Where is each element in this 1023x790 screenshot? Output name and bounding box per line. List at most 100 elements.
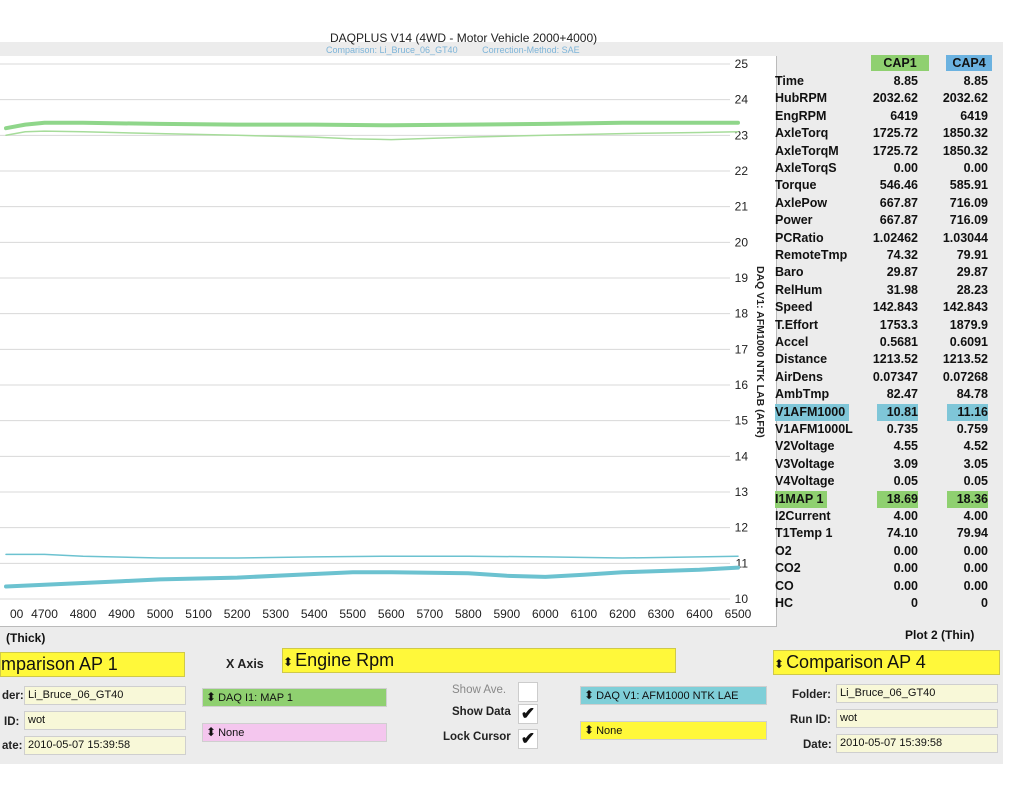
plot2-channel1-value: DAQ V1: AFM1000 NTK LAE [596,690,739,702]
plot1-folder-field[interactable]: Li_Bruce_06_GT40 [24,686,186,705]
data-row: Time 8.85 8.85 [772,73,994,90]
plot1-source-value: mparison AP 1 [1,654,118,674]
check-icon: ✔ [520,729,536,748]
updown-arrow-icon: ⬍ [206,690,217,704]
data-row-cap4-value: 0.00 [963,561,988,576]
plot2-runid-field[interactable]: wot [836,709,998,728]
x-tick-label: 5300 [262,607,289,621]
data-row-cap1-value: 8.85 [893,74,918,88]
correction-label: Correction-Method: SAE [482,45,580,55]
data-row: EngRPM 6419 6419 [772,108,994,125]
data-row-cap4-value: 84.78 [956,387,988,402]
x-tick-label: 4900 [108,607,135,621]
y-tick-label: 10 [735,592,749,606]
x-tick-label: 5400 [301,607,328,621]
data-row: Torque 546.46 585.91 [772,177,994,194]
x-tick-label: 5100 [185,607,212,621]
plot1-runid-label: ID: [4,716,20,728]
data-row-label: Distance [775,352,828,367]
data-row: Accel 0.5681 0.6091 [772,334,994,351]
data-row-cap1-value: 1753.3 [879,317,918,332]
data-row-cap1-value: 74.32 [886,248,918,262]
plot1-label: (Thick) [6,631,46,645]
data-row-cap1-value: 1725.72 [872,143,918,158]
data-row-cap1-value: 82.47 [886,387,918,402]
data-row-label: AxleTorqS [775,161,837,175]
data-row-cap4-value: 585.91 [949,178,988,193]
data-row-cap4-value: 142.843 [942,300,988,315]
show-ave-checkbox[interactable] [518,682,538,702]
x-tick-label: 4800 [70,607,97,621]
data-row: RemoteTmp 74.32 79.91 [772,247,994,264]
lock-cursor-label: Lock Cursor [443,731,511,743]
plot1-channel1-value: DAQ I1: MAP 1 [218,692,294,704]
data-row-label: CO [775,578,794,593]
data-row-cap4-value: 1.03044 [942,230,988,245]
data-row-cap4-value: 0.00 [963,161,988,175]
plot2-channel1-select[interactable]: ⬍ DAQ V1: AFM1000 NTK LAE [580,686,767,705]
data-row-label: V1AFM1000 [775,403,850,421]
plot2-date-field[interactable]: 2010-05-07 15:39:58 [836,734,998,753]
data-row: V1AFM1000L 0.735 0.759 [772,421,994,438]
plot1-date-field[interactable]: 2010-05-07 15:39:58 [24,736,186,755]
data-row-label: V3Voltage [775,456,835,471]
data-row-cap4-value: 1850.32 [942,143,988,158]
updown-arrow-icon: ⬍ [206,725,217,739]
data-row-cap1-value: 1.02462 [872,230,918,245]
data-row: RelHum 31.98 28.23 [772,282,994,299]
data-row-cap4-value: 18.36 [946,490,988,508]
data-row-cap4-value: 79.94 [956,526,988,541]
x-tick-label: 6100 [571,607,598,621]
x-axis-value: Engine Rpm [295,650,395,670]
y-tick-label: 21 [735,200,749,214]
data-row-cap1-value: 667.87 [879,195,918,210]
data-row-cap1-value: 1725.72 [872,126,918,141]
x-tick-label: 5700 [416,607,443,621]
window-subtitle: Comparison: Li_Bruce_06_GT40 Correction-… [326,45,602,55]
data-row-label: O2 [775,543,792,558]
data-row-cap4-value: 0.05 [963,474,988,489]
plot1-source-select[interactable]: mparison AP 1 [0,652,185,677]
data-row: O2 0.00 0.00 [772,543,994,560]
data-row-cap1-value: 0.00 [893,161,918,175]
plot2-channel2-value: None [596,725,623,737]
data-row-cap4-value: 28.23 [956,282,988,297]
data-row: Distance 1213.52 1213.52 [772,351,994,368]
data-row-label: V1AFM1000L [775,422,853,436]
data-row-label: I2Current [775,509,831,523]
data-row: AxlePow 667.87 716.09 [772,195,994,212]
plot2-folder-field[interactable]: Li_Bruce_06_GT40 [836,684,998,703]
data-row: AxleTorqM 1725.72 1850.32 [772,143,994,160]
data-row-label: EngRPM [775,108,827,123]
graph-area[interactable]: 25 24 23 22 21 20 19 18 17 16 15 14 13 12 11 10 00 4700 48… [0,56,777,627]
plot1-date-label: ate: [2,740,23,752]
series-line-1 [4,120,740,131]
data-row-cap4-value: 0 [981,596,988,610]
data-row-cap1-value: 0.00 [893,543,918,558]
data-row-cap4-value: 0.00 [963,578,988,593]
comparison-label: Comparison: Li_Bruce_06_GT40 [326,45,458,55]
plot1-channel2-select[interactable]: ⬍ None [202,723,387,742]
data-row-cap1-value: 3.09 [893,456,918,471]
plot2-date-label: Date: [803,739,832,751]
show-data-checkbox[interactable]: ✔ [518,704,538,724]
lock-cursor-checkbox[interactable]: ✔ [518,729,538,749]
updown-arrow-icon: ⬍ [774,657,785,671]
y-tick-label: 22 [735,164,749,178]
plot2-channel2-select[interactable]: ⬍ None [580,721,767,740]
plot2-source-select[interactable]: ⬍ Comparison AP 4 [773,650,1000,675]
data-row: T.Effort 1753.3 1879.9 [772,317,994,334]
data-row-label: I1MAP 1 [775,490,828,508]
x-tick-label: 6400 [686,607,713,621]
plot1-folder-label: der: [2,690,24,702]
data-row: V1AFM1000 10.81 11.16 [772,403,994,421]
x-axis-select[interactable]: ⬍ Engine Rpm [282,648,676,673]
y-tick-label: 23 [735,128,749,142]
data-row: V2Voltage 4.55 4.52 [772,438,994,455]
plot1-channel1-select[interactable]: ⬍ DAQ I1: MAP 1 [202,688,387,707]
data-row-cap1-value: 667.87 [879,213,918,228]
data-row-cap4-value: 716.09 [949,213,988,228]
y-tick-label: 12 [735,521,749,535]
plot1-runid-field[interactable]: wot [24,711,186,730]
data-row-cap4-value: 0.00 [963,543,988,558]
